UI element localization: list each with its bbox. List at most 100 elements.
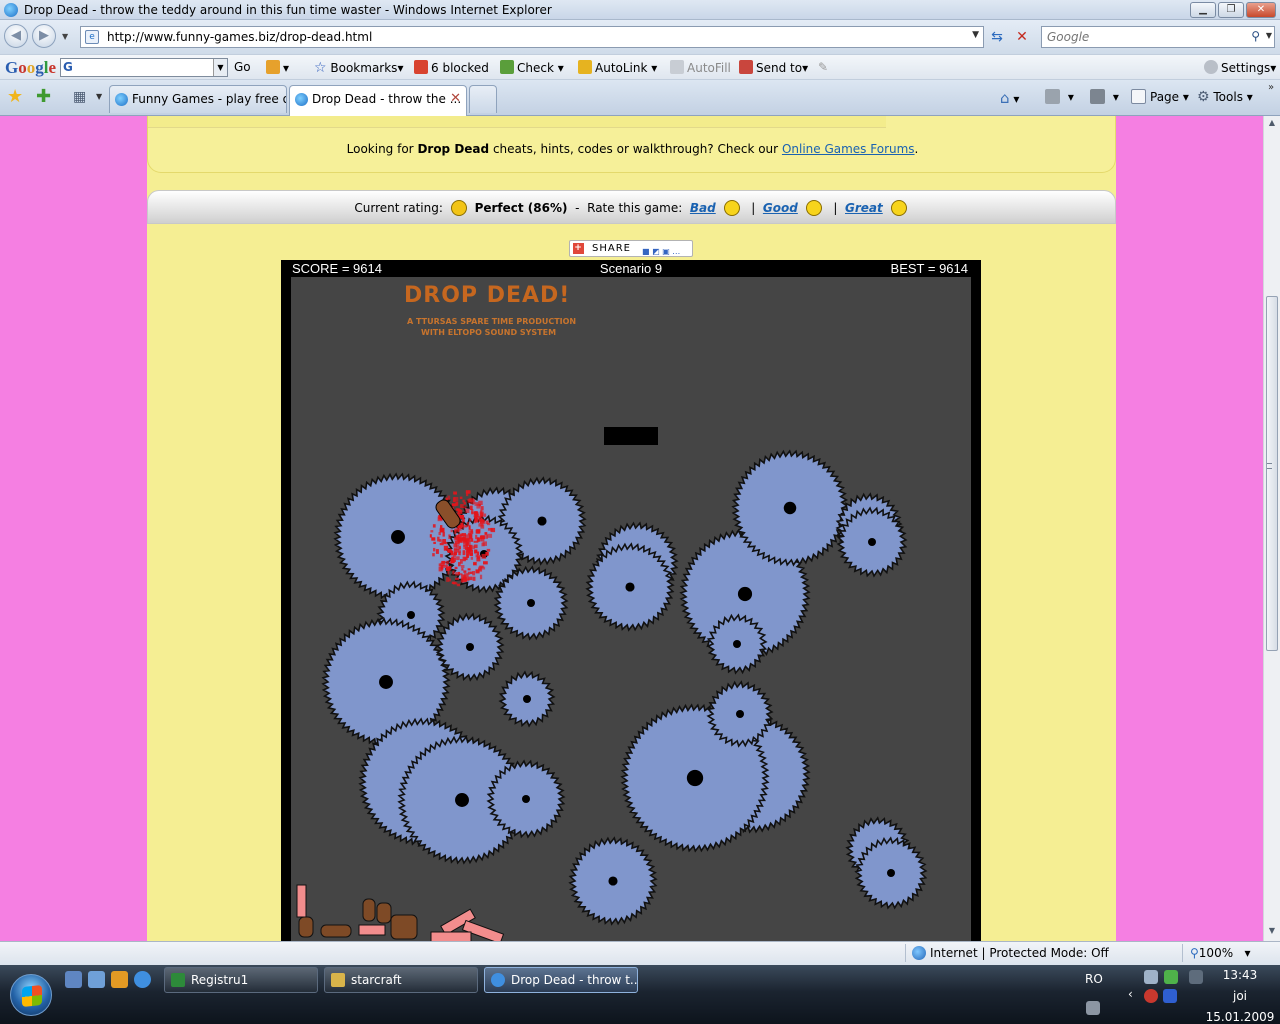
keyboard-icon[interactable] — [1086, 1001, 1100, 1015]
ie-icon — [491, 973, 505, 987]
google-search-input[interactable]: G ▼ — [60, 58, 228, 77]
scroll-down-arrow-icon[interactable]: ▼ — [1266, 926, 1278, 938]
popup-blocked-button[interactable]: 6 blocked — [414, 60, 489, 75]
zoom-level[interactable]: ⚲100% ▾ — [1190, 946, 1251, 960]
rate-good-link[interactable]: Good — [763, 201, 798, 215]
search-input[interactable] — [1047, 28, 1247, 46]
security-alert-icon[interactable] — [1144, 989, 1158, 1003]
scroll-up-arrow-icon[interactable]: ▲ — [1266, 118, 1278, 130]
autofill-button[interactable]: AutoFill — [670, 60, 731, 75]
url-input[interactable]: e http://www.funny-games.biz/drop-dead.h… — [80, 26, 984, 48]
game-hud: SCORE = 9614 Scenario 9 BEST = 9614 — [281, 260, 981, 277]
page-menu-button[interactable]: Page ▾ — [1131, 89, 1189, 104]
favorites-star-icon[interactable]: ★ — [7, 86, 23, 107]
clock-date: 15.01.2009 — [1205, 1010, 1275, 1024]
taskbar-item-registru1[interactable]: Registru1 — [164, 967, 318, 993]
window-title: Drop Dead - throw the teddy around in th… — [24, 3, 552, 17]
history-dropdown-icon[interactable]: ▼ — [62, 32, 68, 41]
minimize-button[interactable]: ▁ — [1190, 2, 1216, 18]
quick-tabs-icon[interactable]: ▦ — [73, 89, 86, 105]
maximize-button[interactable]: ❐ — [1218, 2, 1244, 18]
taskbar: Registru1 starcraft Drop Dead - throw t.… — [0, 965, 1280, 1024]
home-button[interactable]: ⌂ ▾ — [1000, 89, 1019, 107]
cheats-text: Looking for Drop Dead cheats, hints, cod… — [346, 142, 919, 156]
tab-funny-games[interactable]: Funny Games - play free o... — [109, 85, 287, 113]
settings-button[interactable]: Settings▾ — [1204, 60, 1276, 75]
page-menu-icon — [1131, 89, 1146, 104]
autolink-button[interactable]: AutoLink ▾ — [578, 60, 657, 75]
volume-muted-icon[interactable] — [1189, 970, 1203, 984]
chevron-more-icon[interactable]: » — [1268, 82, 1274, 93]
tab-list-dropdown-icon[interactable]: ▼ — [96, 92, 102, 101]
taskbar-item-starcraft[interactable]: starcraft — [324, 967, 478, 993]
rate-bad-link[interactable]: Bad — [690, 201, 716, 215]
media-player-icon[interactable] — [111, 971, 128, 988]
search-box[interactable]: ⚲ ▼ — [1041, 26, 1275, 48]
tray-app-icon[interactable] — [1164, 970, 1178, 984]
add-favorites-icon[interactable]: ✚ — [36, 86, 51, 107]
search-icon[interactable]: ⚲ — [1251, 29, 1260, 43]
highlight-icon[interactable]: ✎ — [818, 60, 828, 74]
best-readout: BEST = 9614 — [890, 261, 968, 276]
google-options-button[interactable]: ▾ — [266, 60, 289, 75]
grinning-smiley-icon[interactable] — [890, 200, 907, 216]
show-desktop-icon[interactable] — [65, 971, 82, 988]
rate-great-link[interactable]: Great — [845, 201, 883, 215]
refresh-icon[interactable]: ⇆ — [988, 28, 1006, 46]
search-dropdown-icon[interactable]: ▼ — [1266, 31, 1272, 40]
ie-logo-icon — [4, 3, 18, 17]
status-bar: Internet | Protected Mode: Off ⚲100% ▾ — [0, 941, 1280, 965]
current-rating-label: Current rating: — [354, 201, 443, 215]
feeds-button[interactable]: ▾ — [1045, 89, 1074, 104]
start-button[interactable] — [10, 974, 52, 1016]
send-to-button[interactable]: Send to▾ — [739, 60, 808, 75]
google-go-button[interactable]: Go — [234, 60, 251, 74]
globe-icon — [912, 946, 926, 960]
stop-icon[interactable]: ✕ — [1013, 28, 1031, 46]
scroll-thumb[interactable] — [1266, 296, 1278, 651]
cool-smiley-icon[interactable] — [805, 200, 822, 216]
media-play-icon[interactable] — [1163, 989, 1177, 1003]
tools-menu-button[interactable]: ⚙ Tools ▾ — [1197, 89, 1253, 105]
excel-icon — [171, 973, 185, 987]
print-button[interactable]: ▾ — [1090, 89, 1119, 104]
game-canvas[interactable]: SCORE = 9614 Scenario 9 BEST = 9614 DROP… — [281, 260, 981, 941]
share-button[interactable]: + SHARE ■ ◩ ▣ … — [569, 240, 693, 257]
vertical-scrollbar[interactable]: ▲ ▼ — [1263, 116, 1280, 941]
google-logo: Google — [5, 58, 57, 77]
current-rating-value: Perfect (86%) — [474, 201, 568, 215]
internet-explorer-icon[interactable] — [134, 971, 151, 988]
saw-blade — [435, 612, 505, 682]
bookmarks-button[interactable]: ☆ Bookmarks▾ — [314, 60, 403, 76]
forward-button[interactable]: ▶ — [32, 24, 56, 48]
spellcheck-button[interactable]: Check ▾ — [500, 60, 564, 75]
rss-icon — [1045, 89, 1060, 104]
game-field[interactable]: DROP DEAD! A TTURSAS SPARE TIME PRODUCTI… — [291, 277, 971, 941]
close-tab-icon[interactable]: ✕ — [450, 91, 461, 106]
clock[interactable]: 13:43 joi 15.01.2009 — [1205, 965, 1275, 1024]
new-tab-button[interactable] — [469, 85, 497, 113]
share-services-icon: ■ ◩ ▣ … — [642, 247, 681, 256]
saw-field — [296, 449, 928, 941]
title-bar: Drop Dead - throw the teddy around in th… — [0, 0, 1280, 20]
saw-blade — [486, 759, 566, 839]
security-zone[interactable]: Internet | Protected Mode: Off — [912, 946, 1109, 960]
show-hidden-icons-icon[interactable]: ‹ — [1128, 987, 1133, 1001]
sad-smiley-icon[interactable] — [723, 200, 740, 216]
close-window-button[interactable]: ✕ — [1246, 2, 1276, 18]
google-search-dropdown-icon[interactable]: ▼ — [213, 59, 227, 76]
network-icon[interactable] — [1144, 970, 1158, 984]
saw-blade — [498, 670, 556, 728]
language-indicator[interactable]: RO — [1085, 972, 1103, 986]
saw-blade — [854, 836, 928, 910]
forums-link[interactable]: Online Games Forums — [782, 142, 915, 156]
url-text: http://www.funny-games.biz/drop-dead.htm… — [107, 30, 373, 44]
url-dropdown-icon[interactable]: ▼ — [972, 30, 979, 40]
folder-icon — [331, 973, 345, 987]
tab-drop-dead[interactable]: Drop Dead - throw the ... ✕ — [289, 85, 467, 116]
windows-flag-icon — [22, 984, 42, 1008]
taskbar-item-drop-dead[interactable]: Drop Dead - throw t... — [484, 967, 638, 993]
switch-windows-icon[interactable] — [88, 971, 105, 988]
autolink-icon — [578, 60, 592, 74]
back-button[interactable]: ◀ — [4, 24, 28, 48]
